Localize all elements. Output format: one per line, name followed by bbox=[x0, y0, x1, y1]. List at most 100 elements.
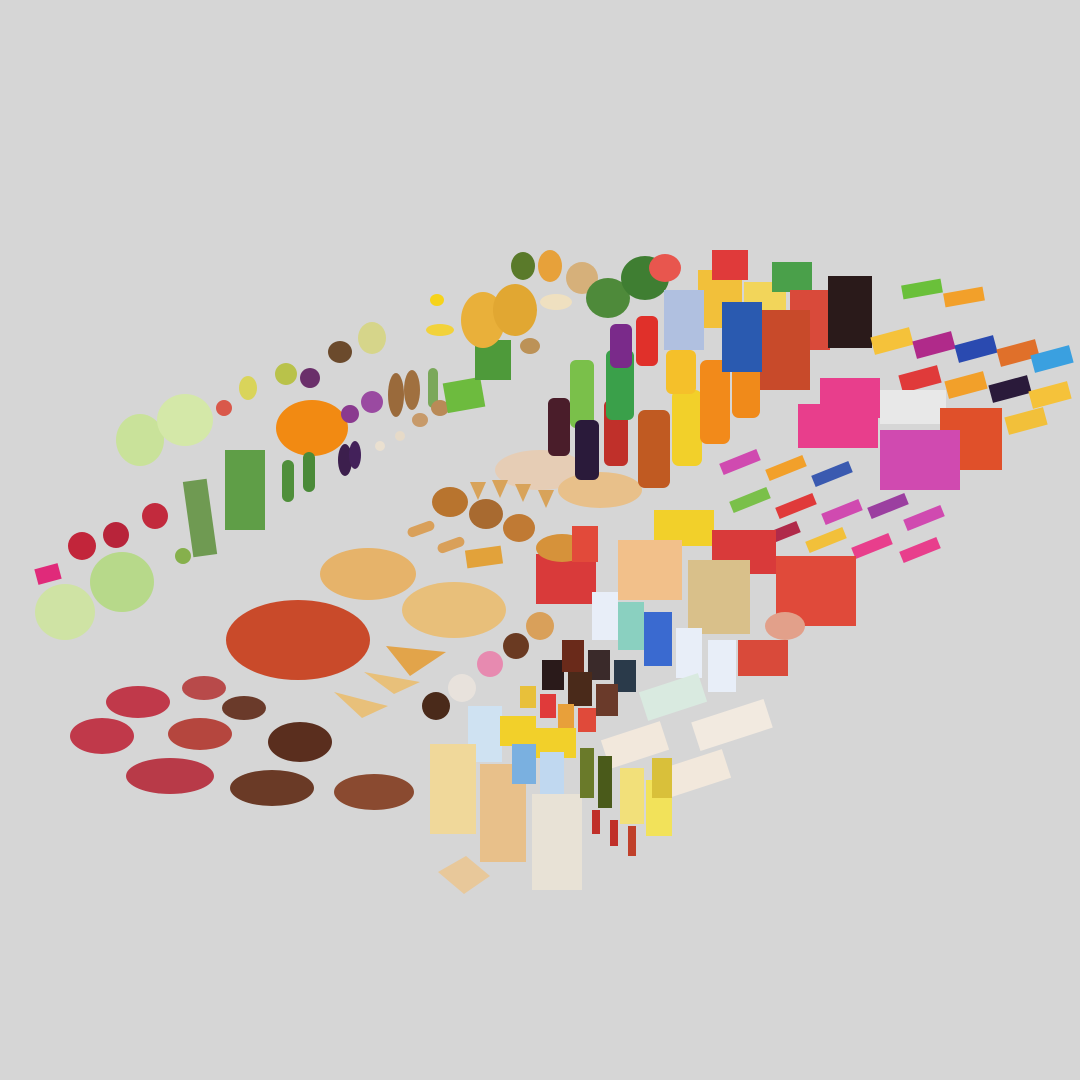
milk-carton-icon bbox=[676, 628, 702, 678]
soda-bottle-icon bbox=[700, 360, 730, 444]
cabbage-icon bbox=[90, 552, 154, 612]
pepperoni-pizza-icon bbox=[226, 600, 370, 680]
potato-icon bbox=[388, 373, 404, 417]
can-icon bbox=[562, 640, 584, 672]
sauce-bottle-icon bbox=[592, 810, 600, 834]
steak-icon bbox=[126, 758, 214, 794]
steak-icon bbox=[182, 676, 226, 700]
garlic-icon bbox=[375, 441, 385, 451]
pumpkin-icon bbox=[276, 400, 348, 456]
donut-icon bbox=[526, 612, 554, 640]
grape-icon bbox=[300, 368, 320, 388]
onion-icon bbox=[412, 413, 428, 427]
oil-bottle-icon bbox=[652, 758, 672, 798]
cabbage-icon bbox=[116, 414, 164, 466]
pineapple-icon bbox=[493, 284, 537, 336]
soda-bottle-icon bbox=[666, 350, 696, 394]
eggplant-icon bbox=[349, 441, 361, 469]
turnip-icon bbox=[361, 391, 383, 413]
pear-icon bbox=[239, 376, 257, 400]
soda-bottle-icon bbox=[610, 324, 632, 368]
cracker-box-icon bbox=[738, 640, 788, 676]
beet-icon bbox=[68, 532, 96, 560]
coconut-bowl-icon bbox=[540, 294, 572, 310]
donut-icon bbox=[448, 674, 476, 702]
watermelon-slice-icon bbox=[649, 254, 681, 282]
oil-bottle-icon bbox=[620, 768, 644, 824]
can-icon bbox=[578, 708, 596, 732]
sauce-bottle-icon bbox=[628, 826, 636, 856]
burger-icon bbox=[503, 514, 535, 542]
steak-icon bbox=[70, 718, 134, 754]
cereal-box-icon bbox=[722, 302, 762, 372]
potato-icon bbox=[404, 370, 420, 410]
soda-bottle-icon bbox=[548, 398, 570, 456]
cereal-box-icon bbox=[828, 276, 872, 348]
brussels-sprout-icon bbox=[175, 548, 191, 564]
cheese-box-icon bbox=[500, 716, 536, 746]
cereal-box-icon bbox=[664, 290, 704, 350]
cracker-box-icon bbox=[618, 540, 682, 600]
papaya-icon bbox=[511, 252, 535, 280]
burger-icon bbox=[432, 487, 468, 517]
can-icon bbox=[540, 694, 556, 718]
sauce-bottle-icon bbox=[610, 820, 618, 846]
can-icon bbox=[520, 686, 536, 708]
bread-loaf-icon bbox=[532, 794, 582, 890]
bread-loaf-icon bbox=[430, 744, 476, 834]
snack-box-icon bbox=[880, 390, 946, 424]
donut-icon bbox=[503, 633, 529, 659]
can-icon bbox=[568, 672, 592, 706]
cereal-box-icon bbox=[712, 250, 748, 280]
cucumber-icon bbox=[303, 452, 315, 492]
coconut-icon bbox=[328, 341, 352, 363]
milk-carton-icon bbox=[644, 612, 672, 666]
cereal-box-icon bbox=[760, 310, 810, 390]
oil-bottle-icon bbox=[580, 748, 594, 798]
cereal-box-icon bbox=[772, 262, 812, 292]
steak-icon bbox=[168, 718, 232, 750]
steak-icon bbox=[106, 686, 170, 718]
burger-icon bbox=[469, 499, 503, 529]
turnip-icon bbox=[341, 405, 359, 423]
apple-icon bbox=[216, 400, 232, 416]
snack-box-icon bbox=[880, 430, 960, 490]
can-icon bbox=[542, 660, 564, 690]
oil-bottle-icon bbox=[598, 756, 612, 808]
donut-icon bbox=[422, 692, 450, 720]
melon-icon bbox=[358, 322, 386, 354]
milk-carton-icon bbox=[708, 640, 736, 692]
lemon-icon bbox=[430, 294, 444, 306]
milk-carton-icon bbox=[592, 592, 618, 640]
snack-box-icon bbox=[798, 404, 878, 448]
can-icon bbox=[558, 704, 574, 728]
banana-icon bbox=[426, 324, 454, 336]
soda-bottle-icon bbox=[672, 390, 702, 466]
cucumber-icon bbox=[282, 460, 294, 502]
grocery-scene bbox=[0, 0, 1080, 1080]
grilled-steak-icon bbox=[334, 774, 414, 810]
beet-icon bbox=[103, 522, 129, 548]
pizza-icon bbox=[320, 548, 416, 600]
soda-bottle-icon bbox=[570, 360, 594, 428]
water-bottle-icon bbox=[540, 752, 564, 794]
milk-carton-icon bbox=[618, 602, 644, 650]
grilled-steak-icon bbox=[268, 722, 332, 762]
papaya-icon bbox=[538, 250, 562, 282]
soda-bottle-icon bbox=[638, 410, 670, 488]
pizza-icon bbox=[402, 582, 506, 638]
cracker-box-icon bbox=[688, 560, 750, 634]
cabbage-icon bbox=[157, 394, 213, 446]
beet-icon bbox=[142, 503, 168, 529]
cabbage-icon bbox=[35, 584, 95, 640]
can-icon bbox=[596, 684, 618, 716]
donut-icon bbox=[477, 651, 503, 677]
garlic-icon bbox=[395, 431, 405, 441]
grape-icon bbox=[275, 363, 297, 385]
fries-icon bbox=[572, 526, 598, 562]
water-bottle-icon bbox=[512, 744, 536, 784]
broccoli-icon bbox=[225, 450, 265, 530]
soda-bottle-icon bbox=[575, 420, 599, 480]
potato-icon bbox=[520, 338, 540, 354]
egg-tray-icon bbox=[558, 472, 642, 508]
